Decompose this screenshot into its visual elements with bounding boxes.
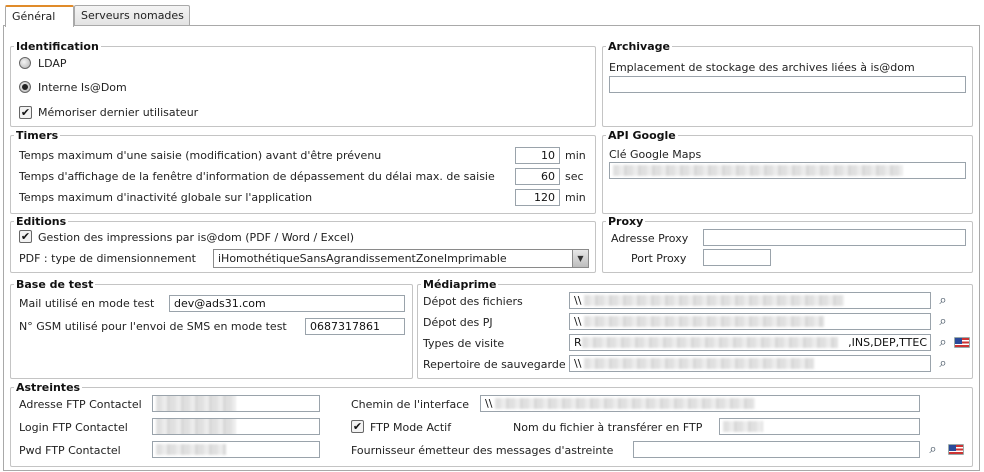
chemin-interface-label: Chemin de l'interface <box>351 398 470 411</box>
timer-label-affichage: Temps d'affichage de la fenêtre d'inform… <box>19 170 495 183</box>
depot-fichiers-value: \\ <box>574 294 582 307</box>
ldap-label: LDAP <box>38 57 67 70</box>
tab-serveurs-nomades[interactable]: Serveurs nomades <box>74 5 190 26</box>
proxy-port-label: Port Proxy <box>631 252 687 265</box>
depot-pj-value: \\ <box>574 315 582 328</box>
identification-legend: Identification <box>16 40 99 53</box>
types-visite-input[interactable]: R ,INS,DEP,TTEC <box>569 334 931 351</box>
binoculars-icon[interactable]: ⌕ <box>924 443 942 457</box>
repertoire-sauvegarde-input[interactable]: \\ <box>569 355 931 372</box>
archivage-input[interactable] <box>609 76 966 93</box>
pdf-dimension-label: PDF : type de dimensionnement <box>19 252 196 265</box>
binoculars-icon[interactable]: ⌕ <box>934 315 952 329</box>
api-google-legend: API Google <box>608 129 676 142</box>
pdf-dimension-select[interactable]: iHomothétiqueSansAgrandissementZoneImpri… <box>213 249 589 268</box>
nom-fichier-ftp-label: Nom du fichier à transférer en FTP <box>513 421 703 434</box>
us-flag-icon[interactable] <box>948 444 964 455</box>
binoculars-icon[interactable]: ⌕ <box>934 294 952 308</box>
types-visite-prefix: R <box>574 336 582 349</box>
archivage-legend: Archivage <box>608 40 670 53</box>
depot-fichiers-label: Dépot des fichiers <box>423 295 523 308</box>
ftp-adresse-label: Adresse FTP Contactel <box>19 398 142 411</box>
chevron-down-icon[interactable]: ▼ <box>572 250 588 267</box>
timer-unit-inactivite: min <box>565 191 586 204</box>
mail-test-input[interactable]: dev@ads31.com <box>169 295 405 312</box>
repertoire-sauvegarde-label: Repertoire de sauvegarde <box>423 358 566 371</box>
editions-legend: Editions <box>16 215 67 228</box>
timer-unit-affichage: sec <box>565 170 584 183</box>
ftp-pwd-input[interactable] <box>152 441 320 458</box>
memoriser-label: Mémoriser dernier utilisateur <box>38 106 199 119</box>
tab-general[interactable]: Général <box>5 5 74 27</box>
gestion-impressions-checkbox[interactable]: ✔ <box>19 230 32 243</box>
mail-test-label: Mail utilisé en mode test <box>19 297 155 310</box>
timer-input-inactivite[interactable]: 120 <box>515 189 560 206</box>
interne-radio[interactable] <box>19 81 31 93</box>
gsm-test-input[interactable]: 0687317861 <box>305 318 405 335</box>
depot-pj-label: Dépot des PJ <box>423 316 493 329</box>
memoriser-checkbox[interactable]: ✔ <box>19 106 32 119</box>
timer-unit-saisie: min <box>565 149 586 162</box>
ftp-mode-actif-label: FTP Mode Actif <box>370 421 452 434</box>
repertoire-sauvegarde-value: \\ <box>574 357 582 370</box>
ftp-login-label: Login FTP Contactel <box>19 421 128 434</box>
gsm-test-label: N° GSM utilisé pour l'envoi de SMS en mo… <box>19 320 287 333</box>
fournisseur-label: Fournisseur émetteur des messages d'astr… <box>351 444 614 457</box>
ftp-login-input[interactable] <box>152 418 320 435</box>
timers-legend: Timers <box>16 129 59 142</box>
mediaprime-legend: Médiaprime <box>423 278 497 291</box>
proxy-adresse-label: Adresse Proxy <box>611 232 689 245</box>
tab-bar: Général Serveurs nomades <box>0 0 984 27</box>
binoculars-icon[interactable]: ⌕ <box>934 336 952 350</box>
interne-label: Interne Is@Dom <box>38 81 127 94</box>
chemin-interface-value: \\ <box>485 397 493 410</box>
us-flag-icon[interactable] <box>954 337 970 348</box>
types-visite-suffix: ,INS,DEP,TTEC <box>848 336 927 349</box>
binoculars-icon[interactable]: ⌕ <box>934 357 952 371</box>
pdf-dimension-value: iHomothétiqueSansAgrandissementZoneImpri… <box>218 252 507 265</box>
astreintes-legend: Astreintes <box>16 381 81 394</box>
timer-label-saisie: Temps maximum d'une saisie (modification… <box>19 149 382 162</box>
timer-input-saisie[interactable]: 10 <box>515 147 560 164</box>
nom-fichier-ftp-input[interactable] <box>719 418 920 435</box>
fournisseur-input[interactable] <box>633 441 920 458</box>
timer-input-affichage[interactable]: 60 <box>515 168 560 185</box>
archivage-label: Emplacement de stockage des archives lié… <box>609 61 915 74</box>
proxy-adresse-input[interactable] <box>703 229 966 246</box>
ldap-radio[interactable] <box>19 57 31 69</box>
proxy-port-input[interactable] <box>703 249 771 266</box>
types-visite-label: Types de visite <box>423 337 505 350</box>
ftp-pwd-label: Pwd FTP Contactel <box>19 444 121 457</box>
gestion-impressions-label: Gestion des impressions par is@dom (PDF … <box>38 231 355 244</box>
ftp-mode-actif-checkbox[interactable]: ✔ <box>351 420 364 433</box>
google-maps-key-input[interactable] <box>609 162 966 179</box>
depot-pj-input[interactable]: \\ <box>569 313 931 330</box>
google-maps-key-label: Clé Google Maps <box>609 148 702 161</box>
timer-label-inactivite: Temps maximum d'inactivité globale sur l… <box>19 191 313 204</box>
depot-fichiers-input[interactable]: \\ <box>569 292 931 309</box>
ftp-adresse-input[interactable] <box>152 395 320 412</box>
base-test-legend: Base de test <box>16 278 94 291</box>
proxy-legend: Proxy <box>608 215 644 228</box>
chemin-interface-input[interactable]: \\ <box>480 395 920 412</box>
